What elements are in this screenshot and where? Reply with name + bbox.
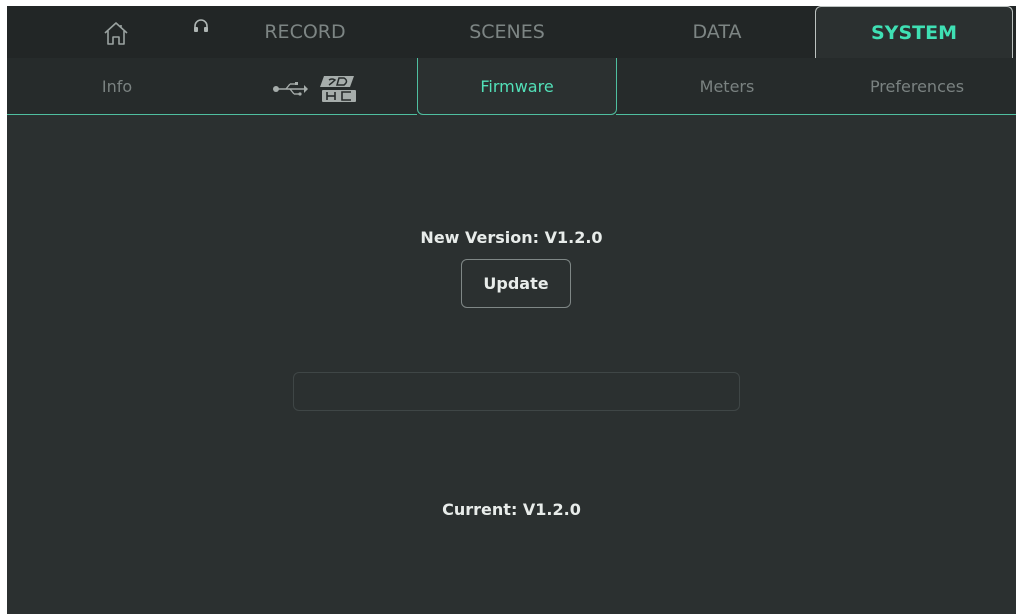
sdhc-icon	[320, 76, 356, 102]
new-version-label: New Version: V1.2.0	[420, 228, 603, 247]
mixer-screen: RECORD SCENES DATA SYSTEM Info Firmware …	[7, 6, 1016, 614]
subtab-storage[interactable]	[259, 76, 371, 102]
headphones-button[interactable]	[189, 16, 213, 36]
update-button[interactable]: Update	[461, 259, 571, 308]
tab-scenes[interactable]: SCENES	[437, 6, 577, 58]
subtab-preferences[interactable]: Preferences	[847, 58, 987, 114]
sub-tab-underline-left	[7, 114, 417, 115]
tab-record[interactable]: RECORD	[235, 6, 375, 58]
subtab-firmware[interactable]: Firmware	[417, 58, 617, 115]
sub-tab-underline-right	[616, 114, 1016, 115]
home-button[interactable]	[99, 16, 133, 50]
subtab-info[interactable]: Info	[57, 58, 177, 114]
update-progress-bar	[293, 372, 740, 411]
headphones-icon	[194, 19, 208, 32]
current-version-label: Current: V1.2.0	[442, 500, 581, 519]
usb-icon	[273, 82, 308, 96]
tab-data[interactable]: DATA	[647, 6, 787, 58]
tab-system[interactable]: SYSTEM	[815, 6, 1013, 59]
home-icon	[104, 22, 128, 45]
subtab-meters[interactable]: Meters	[667, 58, 787, 114]
